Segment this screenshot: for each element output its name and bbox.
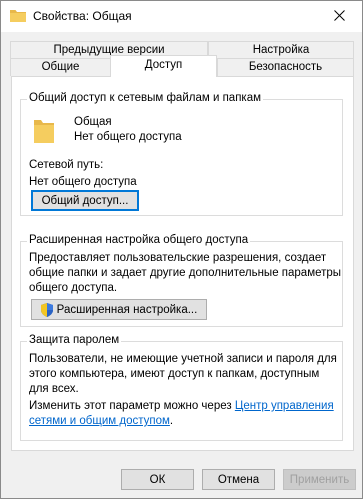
tab-sharing[interactable]: Доступ	[110, 55, 217, 77]
network-center-link-cont[interactable]: сетями и общим доступом	[29, 415, 170, 427]
close-icon	[333, 9, 345, 24]
tab-panel-sharing: Общий доступ к сетевым файлам и папкам О…	[11, 76, 354, 451]
folder-name: Общая	[74, 116, 112, 128]
tab-label: Безопасность	[248, 61, 323, 73]
tab-label: Общие	[41, 61, 80, 73]
password-protection-change-line: Изменить этот параметр можно через Центр…	[29, 400, 334, 412]
close-button[interactable]	[316, 1, 362, 32]
advanced-sharing-description-line: Предоставляет пользовательские разрешени…	[29, 252, 327, 264]
ok-button[interactable]: ОК	[121, 469, 194, 490]
password-protection-link-line2: сетями и общим доступом.	[29, 415, 173, 427]
title-bar: Свойства: Общая	[1, 1, 362, 32]
link-suffix: .	[169, 415, 174, 427]
apply-button[interactable]: Применить	[283, 469, 356, 490]
folder-large-icon	[34, 118, 54, 147]
advanced-sharing-button[interactable]: Расширенная настройка...	[31, 299, 207, 320]
password-protection-group: Защита паролем Пользователи, не имеющие …	[20, 334, 343, 441]
network-sharing-group: Общий доступ к сетевым файлам и папкам О…	[20, 92, 343, 216]
advanced-sharing-group: Расширенная настройка общего доступа Пре…	[20, 234, 343, 327]
tab-label: Доступ	[144, 59, 183, 71]
advanced-sharing-title: Расширенная настройка общего доступа	[27, 234, 251, 246]
tab-security[interactable]: Безопасность	[217, 58, 354, 76]
uac-shield-icon	[40, 302, 53, 317]
properties-window: Свойства: Общая Предыдущие версии Настро…	[0, 0, 363, 499]
password-protection-description-line: для всех.	[29, 383, 79, 395]
share-button[interactable]: Общий доступ...	[31, 190, 139, 211]
password-protection-description-line: Пользователи, не имеющие учетной записи …	[29, 353, 337, 365]
folder-share-status: Нет общего доступа	[74, 131, 182, 143]
cancel-button[interactable]: Отмена	[202, 469, 275, 490]
tab-customize[interactable]: Настройка	[208, 41, 354, 58]
network-path-label: Сетевой путь:	[29, 159, 104, 171]
advanced-sharing-description-line: общие папки и задает другие дополнительн…	[29, 267, 342, 279]
tab-general[interactable]: Общие	[10, 58, 111, 76]
advanced-sharing-button-label: Расширенная настройка...	[56, 303, 198, 316]
password-protection-title: Защита паролем	[27, 334, 122, 346]
network-path-value: Нет общего доступа	[29, 176, 137, 188]
tab-label: Настройка	[252, 44, 310, 56]
advanced-sharing-description-line: общего доступа.	[29, 282, 118, 294]
folder-icon	[10, 9, 26, 23]
password-protection-description-line: этого компьютера, имеют доступ к папкам,…	[29, 368, 320, 380]
window-title: Свойства: Общая	[33, 9, 132, 23]
network-sharing-title: Общий доступ к сетевым файлам и папкам	[27, 92, 264, 104]
change-setting-text: Изменить этот параметр можно через	[29, 400, 232, 412]
network-center-link[interactable]: Центр управления	[235, 400, 334, 412]
